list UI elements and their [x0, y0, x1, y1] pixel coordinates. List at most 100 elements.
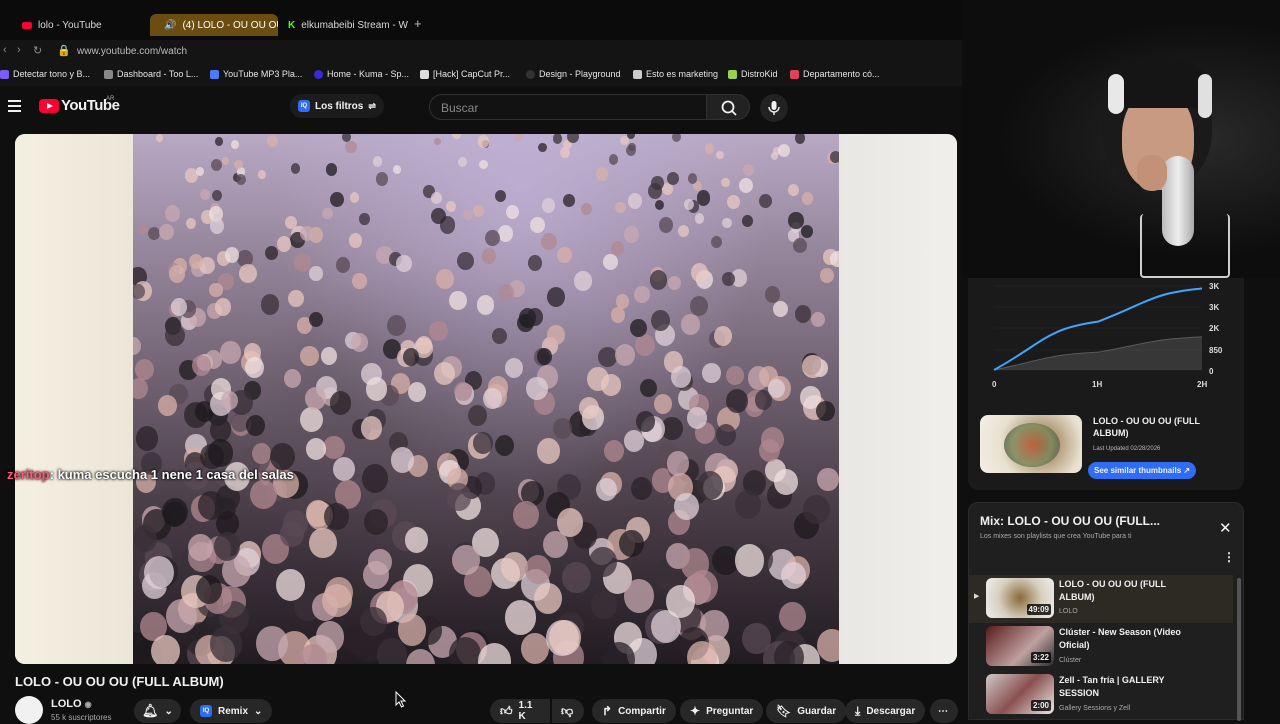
tab-lolo-ou-ou-ou[interactable]: 🔊 (4) LOLO - OU OU OU	[150, 14, 278, 36]
bookmark-icon	[420, 69, 429, 79]
mix-list-item[interactable]: 2:00 Zell - Tan fría | GALLERY SESSION G…	[969, 671, 1233, 719]
save-button[interactable]: 🔖︎ Guardar	[766, 699, 847, 723]
bookmark-icon: 🔖︎	[776, 704, 792, 718]
chevron-down-icon: ⌄	[164, 705, 173, 717]
see-similar-thumbnails-button[interactable]: See similar thumbnails ↗	[1088, 462, 1197, 479]
more-vertical-icon[interactable]: ⋮	[1223, 550, 1235, 564]
download-button[interactable]: ⤓ Descargar	[845, 699, 926, 723]
filters-button[interactable]: IQ Los filtros ⇌	[290, 94, 384, 118]
y-tick-label: 0	[1209, 367, 1214, 376]
last-updated-text: Last Updated 02/28/2026	[1093, 446, 1161, 452]
country-code: AR	[106, 96, 115, 102]
mix-list-item[interactable]: ▶ 49:09 LOLO - OU OU OU (FULL ALBUM) LOL…	[969, 575, 1233, 623]
video-title: LOLO - OU OU OU (FULL ALBUM)	[15, 674, 224, 689]
youtube-header: YouTube AR IQ Los filtros ⇌ Buscar	[0, 86, 962, 128]
bookmark-item[interactable]: Esto es marketing	[633, 69, 718, 79]
video-thumbnail[interactable]	[980, 415, 1082, 473]
menu-icon[interactable]	[8, 100, 21, 112]
remix-button[interactable]: IQ Remix ⌄	[190, 699, 273, 723]
new-tab-button[interactable]: +	[414, 16, 422, 31]
x-tick-label: 2H	[1197, 380, 1208, 389]
search-button[interactable]	[706, 94, 750, 120]
y-tick-label: 3K	[1209, 303, 1220, 312]
bookmark-item[interactable]: [Hack] CapCut Pr...	[420, 69, 510, 79]
now-playing-icon: ▶	[974, 593, 980, 600]
mix-subtitle: Los mixes son playlists que crea YouTube…	[980, 533, 1132, 540]
search-input[interactable]: Buscar	[429, 94, 707, 120]
microphone-icon	[768, 101, 780, 115]
mix-item-thumbnail: 3:22	[986, 626, 1054, 666]
video-frame-crowd	[133, 134, 839, 664]
back-icon[interactable]: ‹	[3, 44, 7, 56]
bookmark-item[interactable]: YouTube MP3 Pla...	[210, 69, 302, 79]
bookmark-item[interactable]: Departamento có...	[790, 69, 880, 79]
verified-icon: ◉	[84, 700, 92, 709]
ask-button[interactable]: ✦ Preguntar	[680, 699, 764, 723]
share-button[interactable]: ↱ Compartir	[592, 699, 676, 723]
video-player[interactable]	[15, 134, 957, 664]
sliders-icon: ⇌	[368, 100, 376, 111]
bookmark-item[interactable]: Detectar tono y B...	[0, 69, 90, 79]
y-tick-label: 3K	[1209, 282, 1220, 291]
youtube-logo-icon[interactable]	[39, 99, 59, 113]
chat-overlay: zeritop: kuma escucha 1 nene 1 casa del …	[7, 467, 294, 482]
thumbs-down-icon: 👎︎	[561, 703, 574, 718]
speaker-icon: 🔊	[164, 19, 177, 31]
cursor-icon	[395, 691, 407, 708]
more-actions-button[interactable]: ⋯	[930, 699, 958, 723]
subscriber-count: 55 k suscriptores	[51, 713, 112, 722]
extension-icon: IQ	[200, 705, 212, 717]
channel-name[interactable]: LOLO ◉	[51, 698, 92, 710]
bookmark-icon	[104, 69, 113, 79]
bookmark-icon	[790, 69, 799, 79]
share-icon: ↱	[602, 704, 613, 718]
like-button[interactable]: 👍︎ 1.1 K	[490, 699, 550, 723]
x-tick-label: 1H	[1092, 380, 1103, 389]
chevron-down-icon: ⌄	[254, 705, 263, 717]
duration-badge: 3:22	[1030, 652, 1051, 663]
bookmark-item[interactable]: Design - Playground	[526, 69, 621, 79]
address-bar: ‹ › ↻ 🔒 www.youtube.com/watch	[0, 40, 962, 64]
notifications-button[interactable]: 🔔︎ ⌄	[134, 699, 181, 723]
voice-search-button[interactable]	[760, 94, 788, 122]
thumbnail-stats-panel: 3K 3K 2K 850 0 0 1H 2H LOLO - OU OU OU (…	[968, 278, 1244, 490]
bookmark-item[interactable]: Home - Kuma - Sp...	[314, 69, 409, 79]
browser-tab-bar: lolo - YouTube 🔊 (4) LOLO - OU OU OU K e…	[0, 0, 962, 40]
youtube-icon	[22, 21, 32, 29]
bookmark-icon	[314, 69, 323, 79]
download-icon: ⤓	[855, 703, 861, 718]
tab-lolo-youtube[interactable]: lolo - YouTube	[14, 14, 146, 36]
thumbs-up-icon: 👍︎	[500, 703, 513, 718]
mix-item-channel: Clúster	[1059, 657, 1082, 664]
duration-badge: 49:09	[1026, 604, 1051, 615]
mix-title: Mix: LOLO - OU OU OU (FULL...	[980, 514, 1160, 528]
mix-item-title: LOLO - OU OU OU (FULL ALBUM)	[1059, 579, 1166, 602]
bookmark-item[interactable]: DistroKid	[728, 69, 778, 79]
close-icon[interactable]: ✕	[1219, 519, 1232, 537]
stats-video-title: LOLO - OU OU OU (FULL ALBUM)	[1093, 416, 1200, 438]
mix-item-thumbnail: 49:09	[986, 578, 1054, 618]
mix-list-item[interactable]: 3:22 Clúster - New Season (Video Oficial…	[969, 623, 1233, 671]
extension-icon: IQ	[298, 100, 310, 112]
bookmark-icon	[210, 69, 219, 79]
url-field[interactable]: www.youtube.com/watch	[77, 46, 187, 57]
duration-badge: 2:00	[1030, 700, 1051, 711]
dislike-button[interactable]: 👎︎	[552, 699, 584, 723]
lock-icon: 🔒	[57, 45, 71, 57]
bell-icon: 🔔︎	[142, 703, 159, 718]
sparkle-icon: ✦	[690, 704, 701, 718]
mix-playlist-panel: Mix: LOLO - OU OU OU (FULL... Los mixes …	[968, 502, 1244, 721]
bookmark-icon	[728, 69, 737, 79]
bookmark-icon	[0, 69, 9, 79]
y-tick-label: 850	[1209, 346, 1223, 355]
forward-icon[interactable]: ›	[17, 44, 21, 56]
bookmark-item[interactable]: Dashboard - Too L...	[104, 69, 198, 79]
search-icon	[721, 100, 737, 116]
reload-icon[interactable]: ↻	[33, 44, 42, 57]
video-pillarbox-left	[15, 134, 133, 664]
x-tick-label: 0	[992, 380, 997, 389]
playlist-scrollbar[interactable]	[1237, 578, 1241, 721]
mix-item-channel: Gallery Sessions y Zell	[1059, 705, 1131, 712]
tab-kick-stream[interactable]: K elkumabeibi Stream - Wat	[280, 14, 408, 36]
mix-item-title: Clúster - New Season (Video Oficial)	[1059, 627, 1181, 650]
